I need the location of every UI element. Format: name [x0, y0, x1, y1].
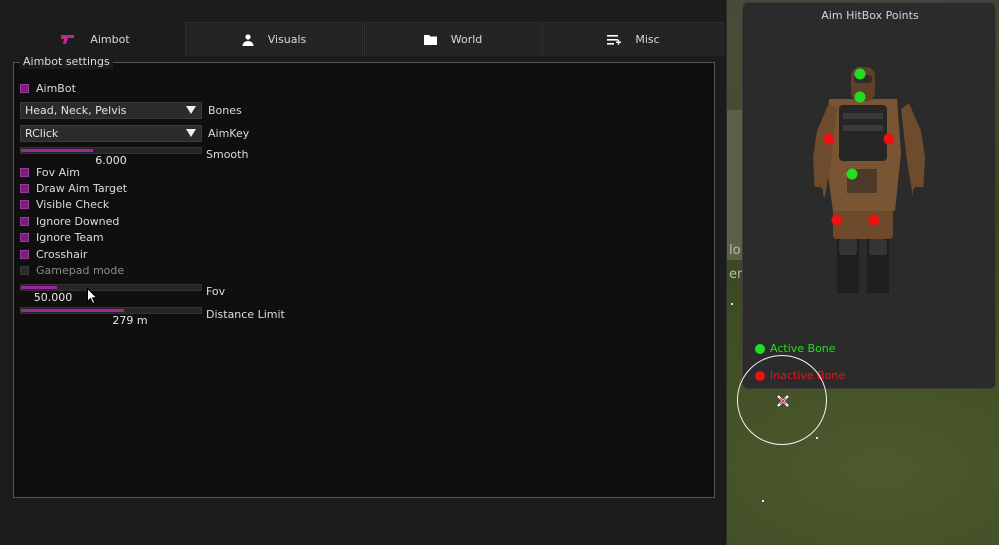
- dropdown-arrow-icon: [186, 106, 196, 114]
- checkbox-label: AimBot: [36, 82, 76, 95]
- checkbox-label: Visible Check: [36, 198, 110, 211]
- crosshair-checkbox-row[interactable]: Crosshair: [20, 248, 87, 261]
- active-dot-icon: [755, 343, 765, 354]
- distance-limit-slider[interactable]: [20, 307, 202, 314]
- tab-label: Misc: [635, 33, 660, 46]
- hitbox-point-left-hip: [831, 214, 843, 226]
- list-settings-icon: [607, 34, 622, 46]
- checkbox-label: Ignore Team: [36, 231, 104, 244]
- ignore-team-checkbox[interactable]: [20, 233, 29, 242]
- fov-label: Fov: [206, 285, 226, 298]
- hitbox-point-right-hip: [868, 214, 880, 226]
- gamepad-mode-checkbox[interactable]: [20, 266, 29, 275]
- checkbox-label: Draw Aim Target: [36, 182, 128, 195]
- draw-aim-target-checkbox[interactable]: [20, 184, 29, 193]
- aimkey-label: AimKey: [208, 127, 250, 140]
- checkbox-label: Ignore Downed: [36, 215, 120, 228]
- ignore-downed-checkbox-row[interactable]: Ignore Downed: [20, 215, 119, 228]
- dropdown-value: RClick: [25, 127, 59, 140]
- esp-dot: [816, 437, 818, 439]
- dropdown-arrow-icon: [186, 129, 196, 137]
- crosshair-checkbox[interactable]: [20, 250, 29, 259]
- character-model: [811, 67, 925, 307]
- distance-limit-label: Distance Limit: [206, 308, 285, 321]
- mouse-pointer-icon: [87, 287, 98, 307]
- pistol-icon: [60, 33, 76, 45]
- hitbox-point-head: [854, 68, 866, 80]
- tab-misc[interactable]: Misc: [543, 22, 724, 56]
- hitbox-point-right-shoulder: [883, 133, 895, 145]
- legend-label: Active Bone: [770, 342, 836, 355]
- bones-label: Bones: [208, 104, 242, 117]
- tab-label: World: [450, 33, 483, 46]
- tab-aimbot[interactable]: Aimbot: [6, 22, 184, 56]
- tab-visuals[interactable]: Visuals: [185, 22, 363, 56]
- fov-value: 50.000: [33, 291, 73, 304]
- main-menu-window: Aimbot Visuals World Misc Aimbot setting…: [0, 0, 727, 545]
- smooth-slider[interactable]: [20, 147, 202, 154]
- slider-fill: [21, 309, 124, 312]
- aimbot-checkbox[interactable]: [20, 84, 29, 93]
- gamepad-mode-checkbox-row[interactable]: Gamepad mode: [20, 264, 124, 277]
- visible-check-checkbox-row[interactable]: Visible Check: [20, 198, 109, 211]
- checkbox-label: Fov Aim: [36, 166, 80, 179]
- tab-world[interactable]: World: [364, 22, 542, 56]
- group-title: Aimbot settings: [20, 55, 113, 69]
- esp-dot: [731, 303, 733, 305]
- fov-slider[interactable]: [20, 284, 202, 291]
- checkbox-label: Crosshair: [36, 248, 88, 261]
- hitbox-point-neck: [854, 91, 866, 103]
- distance-limit-value: 279 m: [112, 314, 148, 327]
- legend-active-bone: Active Bone: [755, 342, 836, 355]
- tab-label: Visuals: [267, 33, 307, 46]
- hitbox-point-pelvis: [846, 168, 858, 180]
- bones-dropdown[interactable]: Head, Neck, Pelvis: [20, 102, 202, 119]
- smooth-label: Smooth: [206, 148, 249, 161]
- dropdown-value: Head, Neck, Pelvis: [25, 104, 127, 117]
- tab-label: Aimbot: [90, 32, 130, 46]
- slider-fill: [21, 149, 93, 152]
- esp-dot: [762, 500, 764, 502]
- tab-bar: Aimbot Visuals World Misc: [6, 22, 724, 58]
- draw-aim-target-checkbox-row[interactable]: Draw Aim Target: [20, 182, 127, 195]
- visible-check-checkbox[interactable]: [20, 200, 29, 209]
- fov-aim-checkbox-row[interactable]: Fov Aim: [20, 166, 80, 179]
- checkbox-label: Gamepad mode: [36, 264, 125, 277]
- panel-title: Aim HitBox Points: [821, 9, 919, 22]
- aimkey-dropdown[interactable]: RClick: [20, 125, 202, 142]
- hitbox-point-left-shoulder: [823, 133, 835, 145]
- crosshair-icon: [776, 394, 790, 411]
- hitbox-points-panel: Aim HitBox Points Active Bone Inactive B…: [742, 2, 996, 389]
- ignore-downed-checkbox[interactable]: [20, 217, 29, 226]
- person-icon: [242, 33, 254, 46]
- slider-fill: [21, 286, 57, 289]
- folder-icon: [423, 34, 437, 45]
- aimbot-checkbox-row[interactable]: AimBot: [20, 82, 76, 95]
- ignore-team-checkbox-row[interactable]: Ignore Team: [20, 231, 104, 244]
- background-text-1: lo: [729, 243, 741, 258]
- fov-aim-checkbox[interactable]: [20, 168, 29, 177]
